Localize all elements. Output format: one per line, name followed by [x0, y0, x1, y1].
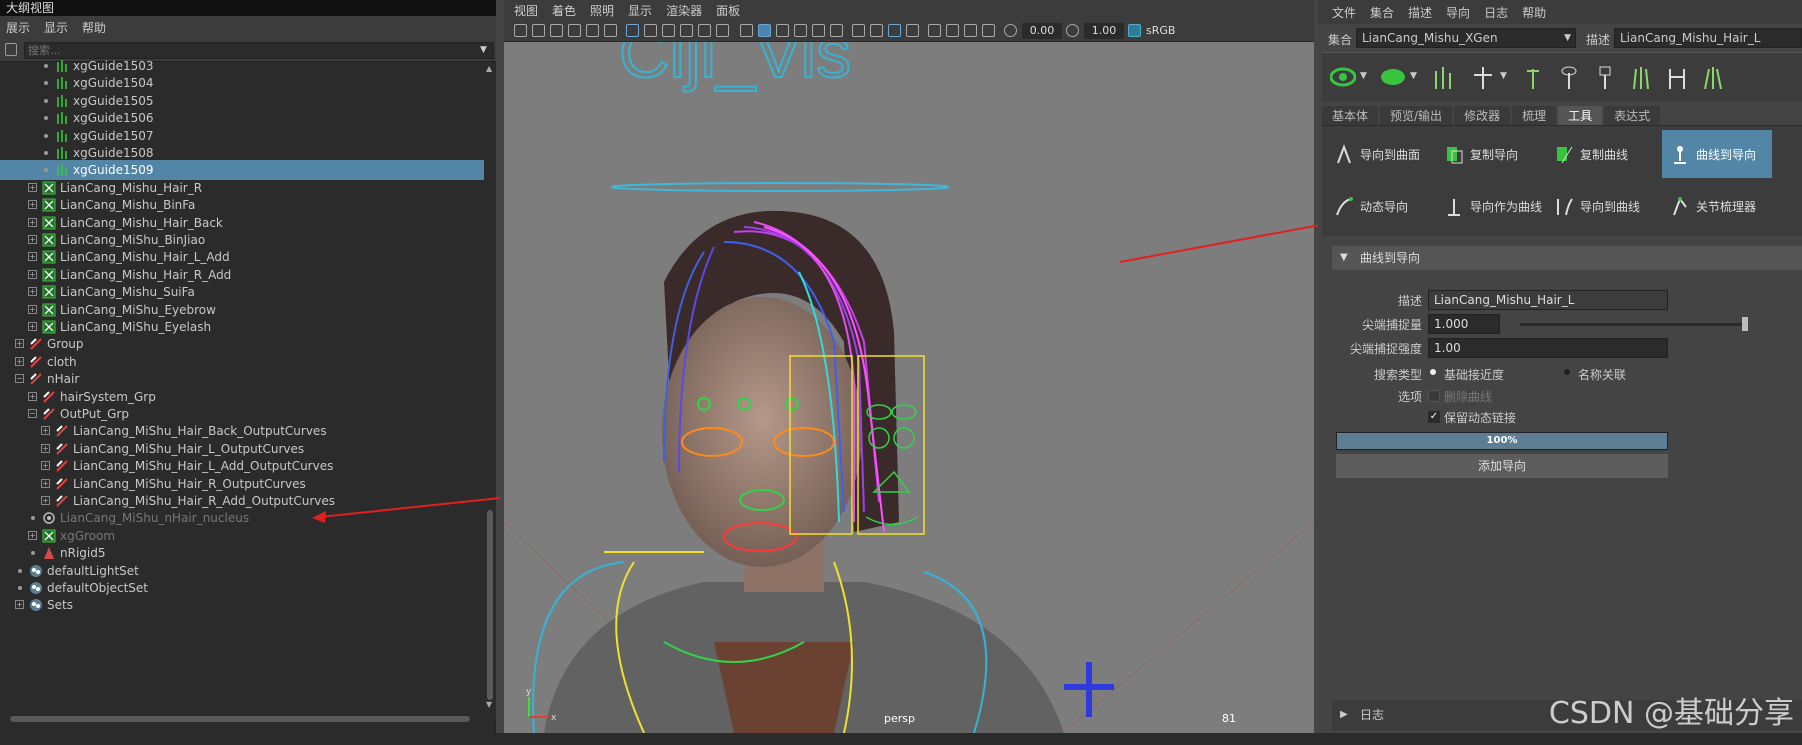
tool-label: 动态导向 — [1360, 199, 1409, 214]
joint-groomer-icon — [1673, 196, 1687, 216]
tab-expressions[interactable]: 表达式 — [1604, 106, 1661, 125]
progress-bar: 100% — [1336, 432, 1668, 450]
xgen-menubar: 文件 集合 描述 导向 日志 帮助 — [1318, 0, 1802, 24]
collection-dropdown[interactable]: LianCang_Mishu_XGen ▼ — [1356, 28, 1576, 48]
tip-snap-slider-handle[interactable] — [1742, 317, 1748, 331]
tool-label: 复制导向 — [1470, 147, 1519, 162]
guides-to-curves-icon — [1557, 198, 1573, 216]
tool-label: 关节梳理器 — [1696, 199, 1757, 214]
expand-triangle-icon[interactable]: ▶ — [1340, 700, 1348, 730]
tab-modifiers[interactable]: 修改器 — [1454, 106, 1511, 125]
search-opt1-radio[interactable] — [1430, 369, 1436, 375]
lock-guides-icon[interactable] — [1592, 63, 1618, 91]
guides-to-surface-button[interactable]: 导向到曲面 — [1326, 130, 1434, 178]
move-options-chevron-icon[interactable]: ▼ — [1500, 71, 1507, 81]
xgen-menu-description[interactable]: 描述 — [1408, 4, 1432, 21]
search-type-label: 搜索类型 — [1373, 368, 1422, 382]
dynamic-guides-icon — [1336, 197, 1353, 216]
xgen-menu-log[interactable]: 日志 — [1484, 4, 1508, 21]
tip-snap-label: 尖端捕捉量 — [1361, 318, 1422, 332]
search-opt2-label: 名称关联 — [1578, 368, 1627, 382]
rebuild-guides-icon[interactable] — [1664, 63, 1690, 91]
collection-value: LianCang_Mishu_XGen — [1362, 31, 1498, 45]
tip-snap-slider-track[interactable] — [1520, 323, 1746, 326]
delete-curves-label: 删除曲线 — [1444, 390, 1493, 404]
description-dropdown[interactable]: LianCang_Mishu_Hair_L — [1614, 28, 1802, 48]
move-guide-icon[interactable] — [1470, 63, 1496, 91]
xgen-icon-toolbar: ▼ ▼ ▼ — [1322, 52, 1802, 102]
tip-strength-label: 尖端捕捉强度 — [1349, 342, 1422, 356]
guides-as-curves-button[interactable]: 导向作为曲线 — [1436, 182, 1542, 230]
insert-guide-icon[interactable] — [1520, 63, 1546, 91]
log-label: 日志 — [1360, 708, 1385, 722]
normalize-guides-icon[interactable] — [1628, 63, 1654, 91]
desc-label: 描述 — [1397, 294, 1422, 308]
xgen-menu-help[interactable]: 帮助 — [1522, 4, 1546, 21]
copy-curves-button[interactable]: 复制曲线 — [1546, 130, 1652, 178]
options-label: 选项 — [1397, 390, 1422, 404]
progress-label: 100% — [1486, 435, 1518, 446]
preview-eye-icon[interactable] — [1330, 63, 1356, 91]
collection-label: 集合 — [1328, 33, 1353, 47]
clear-preview-icon[interactable] — [1380, 63, 1406, 91]
description-label: 描述 — [1586, 33, 1611, 47]
curves-to-guides-form: 描述 LianCang_Mishu_Hair_L 尖端捕捉量 1.000 尖端捕… — [1332, 270, 1802, 690]
preview-options-chevron-icon[interactable]: ▼ — [1360, 71, 1367, 81]
tab-utilities[interactable]: 工具 — [1558, 106, 1603, 125]
copy-guides-button[interactable]: 复制导向 — [1436, 130, 1542, 178]
xgen-menu-file[interactable]: 文件 — [1332, 4, 1356, 21]
tool-label: 导向作为曲线 — [1470, 199, 1543, 214]
delete-curves-checkbox[interactable] — [1428, 390, 1440, 402]
tool-label: 导向到曲面 — [1360, 147, 1421, 162]
tab-preview-output[interactable]: 预览/输出 — [1380, 106, 1453, 125]
tab-grooming[interactable]: 梳理 — [1512, 106, 1557, 125]
timeline-strip[interactable] — [0, 733, 1802, 745]
tip-snap-field[interactable]: 1.000 — [1428, 314, 1500, 334]
utilities-tool-grid: 导向到曲面 复制导向 复制曲线 曲线到导向 动态导向 导向作为曲线 导向到曲线 … — [1322, 126, 1802, 236]
xgen-menu-guides[interactable]: 导向 — [1446, 4, 1470, 21]
copy-guides-icon — [1447, 147, 1463, 164]
tool-label: 复制曲线 — [1580, 147, 1629, 162]
annotation-arrow-left — [319, 497, 501, 518]
keep-dynamic-checkbox[interactable]: ✓ — [1428, 411, 1440, 423]
guides-to-curves-button[interactable]: 导向到曲线 — [1546, 182, 1652, 230]
copy-curves-icon — [1557, 146, 1573, 164]
tab-primitives[interactable]: 基本体 — [1322, 106, 1379, 125]
annotation-arrowhead-left — [312, 511, 326, 523]
curves-to-guides-section-header[interactable]: ▼ 曲线到导向 — [1332, 246, 1802, 270]
chevron-down-icon: ▼ — [1564, 33, 1571, 43]
description-value: LianCang_Mishu_Hair_L — [1620, 31, 1761, 45]
dynamic-guides-button[interactable]: 动态导向 — [1326, 182, 1434, 230]
watermark-text: CSDN @基础分享 — [1548, 696, 1794, 731]
collapse-triangle-icon[interactable]: ▼ — [1340, 246, 1348, 270]
tool-label: 导向到曲线 — [1580, 199, 1641, 214]
add-guide-icon[interactable] — [1430, 63, 1456, 91]
joint-groomer-button[interactable]: 关节梳理器 — [1662, 182, 1772, 230]
show-guides-icon[interactable] — [1556, 63, 1582, 91]
desc-field: LianCang_Mishu_Hair_L — [1428, 290, 1668, 310]
search-opt2-radio[interactable] — [1564, 369, 1570, 375]
xgen-tabs: 基本体 预览/输出 修改器 梳理 工具 表达式 — [1322, 106, 1802, 126]
curves-to-guides-button[interactable]: 曲线到导向 — [1662, 130, 1772, 178]
tip-strength-field[interactable]: 1.00 — [1428, 338, 1668, 358]
keep-dynamic-label: 保留动态链接 — [1444, 411, 1517, 425]
guides-to-surface-icon — [1337, 144, 1351, 164]
search-opt1-label: 基础接近度 — [1444, 368, 1505, 382]
curves-to-guides-icon — [1674, 146, 1686, 164]
tool-label: 曲线到导向 — [1696, 147, 1757, 162]
guides-as-curves-icon — [1448, 199, 1460, 216]
xgen-menu-collection[interactable]: 集合 — [1370, 4, 1394, 21]
guide-sculpt-icon[interactable] — [1700, 63, 1726, 91]
section-title: 曲线到导向 — [1360, 251, 1421, 265]
add-guides-button[interactable]: 添加导向 — [1336, 454, 1668, 478]
clear-options-chevron-icon[interactable]: ▼ — [1410, 71, 1417, 81]
